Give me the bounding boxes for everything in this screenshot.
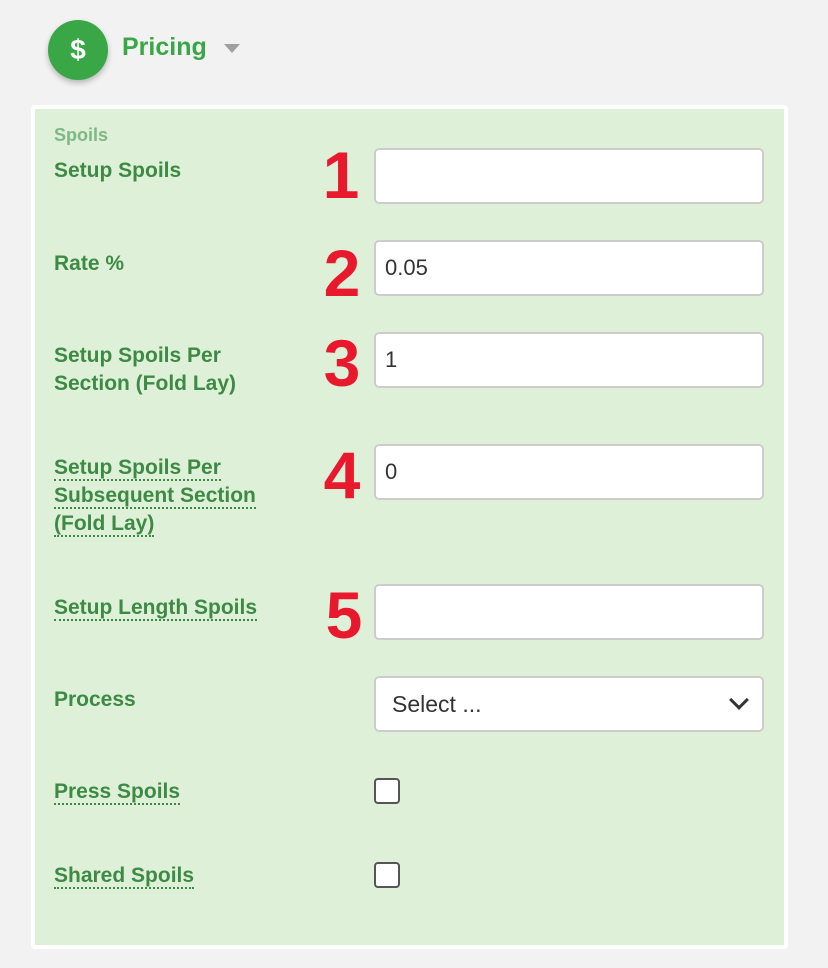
process-select[interactable]: Select ... bbox=[374, 676, 764, 732]
annotation-number-5: 5 bbox=[325, 578, 363, 652]
setup-spoils-per-subsequent-label[interactable]: Setup Spoils Per Subsequent Section (Fol… bbox=[54, 454, 304, 538]
annotation-number-2: 2 bbox=[323, 236, 361, 310]
dollar-icon[interactable]: $ bbox=[48, 20, 108, 80]
caret-down-icon[interactable] bbox=[224, 44, 240, 53]
page-header: $ Pricing bbox=[0, 0, 828, 100]
page-title[interactable]: Pricing bbox=[122, 33, 207, 62]
press-spoils-checkbox[interactable] bbox=[374, 778, 400, 804]
shared-spoils-label[interactable]: Shared Spoils bbox=[54, 862, 304, 890]
setup-spoils-per-section-label: Setup Spoils Per Section (Fold Lay) bbox=[54, 344, 237, 395]
annotation-number-4: 4 bbox=[323, 438, 361, 512]
annotation-number-1: 1 bbox=[322, 138, 360, 212]
setup-length-spoils-label[interactable]: Setup Length Spoils bbox=[54, 594, 304, 622]
shared-spoils-checkbox[interactable] bbox=[374, 862, 400, 888]
rate-input[interactable] bbox=[374, 240, 764, 296]
setup-spoils-label: Setup Spoils bbox=[54, 159, 182, 182]
chevron-down-icon bbox=[729, 690, 749, 710]
process-label: Process bbox=[54, 688, 136, 711]
setup-spoils-per-subsequent-input[interactable] bbox=[374, 444, 764, 500]
process-select-value: Select ... bbox=[392, 690, 482, 717]
section-label: Spoils bbox=[54, 125, 109, 145]
rate-label: Rate % bbox=[54, 252, 125, 275]
setup-spoils-input[interactable] bbox=[374, 148, 764, 204]
setup-spoils-per-section-input[interactable] bbox=[374, 332, 764, 388]
setup-length-spoils-input[interactable] bbox=[374, 584, 764, 640]
press-spoils-label[interactable]: Press Spoils bbox=[54, 778, 304, 806]
annotation-number-3: 3 bbox=[323, 326, 361, 400]
